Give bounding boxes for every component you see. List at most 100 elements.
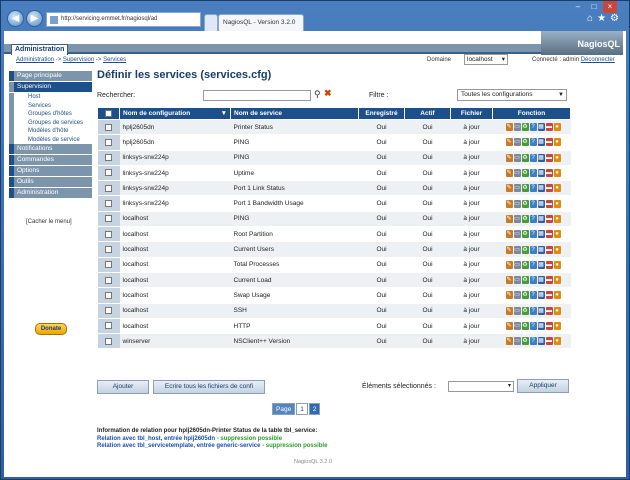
tab-blank[interactable] — [204, 14, 218, 31]
config-name-cell[interactable]: localhost — [119, 287, 231, 304]
minimize-icon[interactable]: – — [571, 1, 585, 13]
info-icon[interactable]: ? — [529, 230, 537, 239]
info-icon[interactable]: ? — [529, 291, 537, 300]
table-row[interactable]: linksys-srw224p PING Oui Oui à jour ✎ ▭ ♻? ▦ ▬ ● — [97, 150, 571, 166]
breadcrumb-administration[interactable]: Administration — [16, 57, 54, 63]
config-icon[interactable]: ▦ — [537, 276, 545, 285]
status-icon[interactable]: ● — [553, 337, 561, 346]
selected-action-select[interactable]: ▾ — [448, 381, 514, 392]
info-icon[interactable]: ? — [529, 169, 537, 178]
row-checkbox[interactable] — [97, 287, 120, 304]
maximize-icon[interactable]: □ — [587, 1, 601, 13]
logout-link[interactable]: Déconnecter — [581, 57, 615, 63]
display-icon[interactable]: ▬ — [545, 291, 553, 300]
select-all-checkbox[interactable] — [97, 107, 120, 120]
edit-icon[interactable]: ✎ — [505, 291, 513, 300]
config-name-cell[interactable]: localhost — [119, 226, 231, 243]
display-icon[interactable]: ▬ — [545, 184, 553, 193]
info-icon[interactable]: ? — [529, 214, 537, 223]
row-checkbox[interactable] — [97, 150, 120, 166]
sidebar-section[interactable]: Outils — [9, 177, 92, 187]
status-icon[interactable]: ● — [553, 169, 561, 178]
status-icon[interactable]: ● — [553, 276, 561, 285]
display-icon[interactable]: ▬ — [545, 306, 553, 315]
delete-icon[interactable]: ♻ — [521, 322, 529, 330]
table-row[interactable]: localhost Root Partition Oui Oui à jour ✎ ▭ ♻? ▦… — [97, 226, 571, 243]
sidebar-item[interactable]: Groupes d'hôtes — [9, 110, 92, 119]
row-checkbox[interactable] — [97, 333, 120, 350]
column-file[interactable]: Fichier — [450, 107, 493, 120]
table-row[interactable]: linksys-srw224p Port 1 Link Status Oui Oui à… — [97, 180, 571, 197]
display-icon[interactable]: ▬ — [545, 337, 553, 346]
sidebar-item[interactable]: Groupes de services — [9, 118, 92, 127]
back-arrow-icon[interactable]: ◀ — [7, 10, 24, 27]
breadcrumb-services[interactable]: Services — [103, 57, 126, 63]
column-config-name[interactable]: Nom de configuration ▼ — [119, 107, 231, 120]
status-icon[interactable]: ● — [553, 153, 561, 162]
table-row[interactable]: linksys-srw224p Uptime Oui Oui à jour ✎ ▭ ♻? ▦ ▬ ● — [97, 165, 571, 182]
config-icon[interactable]: ▦ — [537, 306, 545, 315]
edit-icon[interactable]: ✎ — [505, 306, 513, 315]
table-row[interactable]: hplj2605dn PING Oui Oui à jour ✎ ▭ ♻? ▦ ▬ ● — [97, 134, 571, 151]
copy-icon[interactable]: ▭ — [513, 337, 521, 346]
close-icon[interactable]: × — [603, 1, 617, 13]
edit-icon[interactable]: ✎ — [505, 184, 513, 193]
tab-nagiosql[interactable]: NagiosQL - Version 3.2.0 — [218, 14, 304, 31]
config-name-cell[interactable]: linksys-srw224p — [119, 165, 231, 182]
gear-icon[interactable]: ⚙ — [610, 13, 623, 24]
info-icon[interactable]: ? — [529, 337, 537, 346]
info-icon[interactable]: ? — [529, 138, 537, 147]
config-name-cell[interactable]: localhost — [119, 318, 231, 335]
status-icon[interactable]: ● — [553, 214, 561, 223]
delete-icon[interactable]: ♻ — [521, 306, 529, 315]
info-icon[interactable]: ? — [529, 123, 537, 132]
copy-icon[interactable]: ▭ — [513, 169, 521, 178]
info-icon[interactable]: ? — [529, 322, 537, 330]
delete-icon[interactable]: ♻ — [521, 153, 529, 162]
page-2-button[interactable]: 2 — [308, 403, 321, 415]
delete-icon[interactable]: ♻ — [521, 276, 529, 285]
copy-icon[interactable]: ▭ — [513, 260, 521, 269]
config-name-cell[interactable]: hplj2605dn — [119, 119, 231, 136]
sidebar-section[interactable]: Commandes — [9, 155, 92, 165]
delete-icon[interactable]: ♻ — [521, 291, 529, 300]
delete-icon[interactable]: ♻ — [521, 230, 529, 239]
table-row[interactable]: localhost HTTP Oui Oui à jour ✎ ▭ ♻? ▦ ▬ ● — [97, 318, 571, 335]
config-name-cell[interactable]: winserver — [119, 333, 231, 350]
column-registered[interactable]: Enregistré — [358, 107, 405, 120]
apply-button[interactable]: Appliquer — [517, 379, 569, 393]
status-icon[interactable]: ● — [553, 230, 561, 239]
copy-icon[interactable]: ▭ — [513, 123, 521, 132]
copy-icon[interactable]: ▭ — [513, 138, 521, 147]
config-icon[interactable]: ▦ — [537, 245, 545, 254]
status-icon[interactable]: ● — [553, 184, 561, 193]
config-icon[interactable]: ▦ — [537, 153, 545, 162]
config-name-cell[interactable]: localhost — [119, 272, 231, 289]
table-row[interactable]: winserver NSClient++ Version Oui Oui à jour ✎… — [97, 333, 571, 350]
config-name-cell[interactable]: localhost — [119, 241, 231, 258]
table-row[interactable]: localhost Swap Usage Oui Oui à jour ✎ ▭ ♻? ▦ ▬ ● — [97, 287, 571, 304]
sidebar-item[interactable]: Modèles d'hôte — [9, 127, 92, 136]
config-name-cell[interactable]: linksys-srw224p — [119, 150, 231, 166]
config-name-cell[interactable]: linksys-srw224p — [119, 195, 231, 212]
info-icon[interactable]: ? — [529, 260, 537, 269]
table-row[interactable]: localhost Current Users Oui Oui à jour ✎ ▭ ♻? ▦ ▬… — [97, 241, 571, 258]
forward-arrow-icon[interactable]: ▶ — [26, 10, 43, 27]
copy-icon[interactable]: ▭ — [513, 199, 521, 208]
status-icon[interactable]: ● — [553, 138, 561, 147]
display-icon[interactable]: ▬ — [545, 169, 553, 178]
table-row[interactable]: hplj2605dn Printer Status Oui Oui à jour ✎ ▭ ♻?… — [97, 119, 571, 136]
config-name-cell[interactable]: localhost — [119, 211, 231, 228]
config-name-cell[interactable]: localhost — [119, 257, 231, 273]
status-icon[interactable]: ● — [553, 322, 561, 330]
info-icon[interactable]: ? — [529, 153, 537, 162]
display-icon[interactable]: ▬ — [545, 276, 553, 285]
row-checkbox[interactable] — [97, 272, 120, 289]
copy-icon[interactable]: ▭ — [513, 245, 521, 254]
edit-icon[interactable]: ✎ — [505, 153, 513, 162]
config-icon[interactable]: ▦ — [537, 291, 545, 300]
display-icon[interactable]: ▬ — [545, 230, 553, 239]
config-icon[interactable]: ▦ — [537, 214, 545, 223]
info-icon[interactable]: ? — [529, 184, 537, 193]
table-row[interactable]: linksys-srw224p Port 1 Bandwidth Usage Oui… — [97, 195, 571, 212]
